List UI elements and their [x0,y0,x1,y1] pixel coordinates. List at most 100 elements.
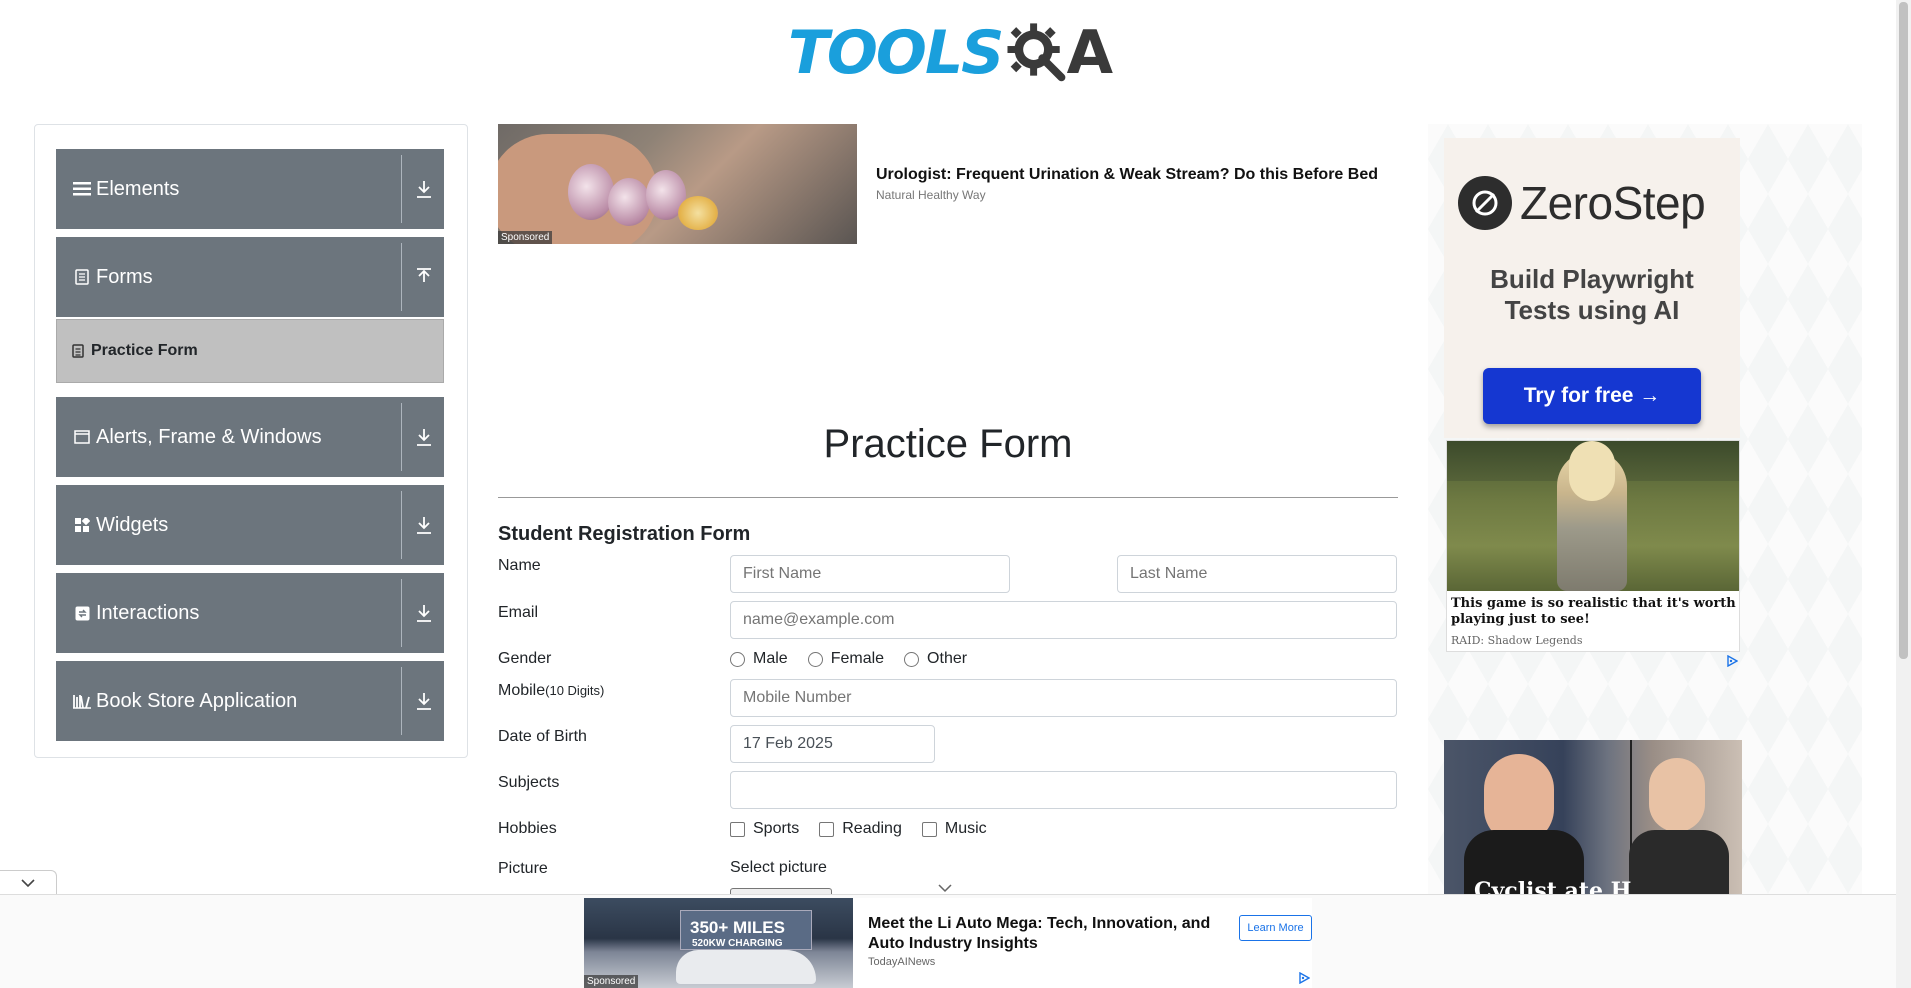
chevron-down-icon [21,878,35,887]
checkbox-label[interactable]: Sports [753,820,799,838]
radio-label[interactable]: Other [927,650,967,668]
ad-image-text: 520KW CHARGING [692,938,783,949]
subjects-input[interactable] [730,771,1397,809]
sponsored-badge: Sponsored [584,975,639,988]
ad-image[interactable]: 350+ MILES 520KW CHARGING Sponsored [584,898,853,988]
ad-image[interactable] [1447,441,1739,591]
ad-image[interactable]: Cyclist ate H [1444,740,1742,894]
checkbox[interactable] [921,821,937,837]
sidebar-group-widgets[interactable]: Widgets [56,485,444,565]
gender-option-male[interactable]: Male [730,650,788,668]
checkbox[interactable] [730,821,745,837]
email-label: Email [498,604,539,621]
gear-magnifier-icon [1007,23,1066,82]
download-arrow-icon[interactable] [412,601,436,625]
try-for-free-button[interactable]: Try for free → [1483,368,1701,424]
zerostep-ad[interactable]: ZeroStep Build Playwright Tests using AI… [1444,138,1740,438]
mobile-hint: (10 Digits) [545,683,605,698]
hobbies-label: Hobbies [498,820,557,837]
divider [498,497,1398,498]
upload-arrow-icon[interactable] [412,265,436,289]
sidebar-group-book-store[interactable]: Book Store Application [56,661,444,741]
hamburger-icon [72,179,92,199]
tagline-line: Tests using AI [1504,295,1680,325]
sidebar-group-forms[interactable]: Forms [56,237,444,317]
sidebar-group-interactions[interactable]: Interactions [56,573,444,653]
sidebar-group-label: Elements [96,177,180,200]
raid-ad[interactable]: This game is so realistic that it's wort… [1446,440,1740,652]
logo-text: TOOLS [788,18,1004,88]
mobile-label-text: Mobile [498,682,546,699]
date-of-birth-input[interactable] [730,725,935,763]
page-scrollbar[interactable] [1896,0,1911,988]
sidebar-item-practice-form[interactable]: Practice Form [56,319,444,383]
gender-radio-group: Male Female Other [730,650,987,668]
document-icon [72,267,92,287]
radio-button[interactable] [730,651,745,667]
hobby-option-reading[interactable]: Reading [819,820,902,838]
chevron-down-icon[interactable] [937,882,953,894]
radio-button[interactable] [904,651,920,667]
sidebar-group-alerts[interactable]: Alerts, Frame & Windows [56,397,444,477]
scrollbar-thumb[interactable] [1899,2,1908,659]
sidebar-group-label: Book Store Application [96,689,298,712]
ad-title[interactable]: This game is so realistic that it's wort… [1451,596,1737,628]
picture-label: Picture [498,860,548,877]
zerostep-brand: ZeroStep [1520,177,1706,229]
page-title: Practice Form [823,422,1073,466]
gender-option-other[interactable]: Other [904,650,967,668]
zerostep-logo-icon [1458,176,1512,230]
toolsqa-logo[interactable]: TOOLS A [788,14,1113,92]
hobby-option-sports[interactable]: Sports [730,820,799,838]
top-ad-banner[interactable]: Sponsored Urologist: Frequent Urination … [498,124,1398,246]
ad-image[interactable]: Sponsored [498,124,857,244]
window-icon [72,427,92,447]
mobile-input[interactable] [730,679,1397,717]
library-icon [72,691,92,711]
sidebar-group-label: Interactions [96,601,200,624]
gender-label: Gender [498,650,552,667]
zerostep-tagline: Build Playwright Tests using AI [1444,264,1740,326]
ad-source: Natural Healthy Way [876,188,986,202]
mobile-label: Mobile(10 Digits) [498,682,604,700]
email-input[interactable] [730,601,1397,639]
adchoices-icon[interactable] [1298,972,1310,984]
interaction-icon [72,603,92,623]
hobby-option-music[interactable]: Music [921,820,987,838]
right-ad-column: ZeroStep Build Playwright Tests using AI… [1428,124,1862,894]
ad-source: TodayAINews [868,956,936,968]
checkbox[interactable] [819,821,835,837]
collapse-ad-button[interactable] [0,870,57,894]
download-arrow-icon[interactable] [412,513,436,537]
checkbox-label[interactable]: Reading [842,820,902,838]
learn-more-button[interactable]: Learn More [1239,915,1312,941]
download-arrow-icon[interactable] [412,177,436,201]
ad-source: RAID: Shadow Legends [1451,634,1583,647]
hobbies-checkbox-group: Sports Reading Music [730,820,1007,838]
gender-option-female[interactable]: Female [807,650,884,668]
download-arrow-icon[interactable] [412,425,436,449]
sidebar-item-label: Practice Form [91,342,198,359]
divider [401,667,402,735]
zerostep-logo: ZeroStep [1458,176,1706,230]
divider [401,403,402,471]
first-name-input[interactable] [730,555,1010,593]
sponsored-badge: Sponsored [498,231,553,244]
adchoices-icon[interactable] [1726,655,1738,667]
radio-label[interactable]: Female [831,650,884,668]
ad-title[interactable]: Urologist: Frequent Urination & Weak Str… [876,166,1378,184]
last-name-input[interactable] [1117,555,1397,593]
radio-button[interactable] [807,651,823,667]
bottom-ad-banner[interactable]: 350+ MILES 520KW CHARGING Sponsored Meet… [584,898,1312,988]
download-arrow-icon[interactable] [412,689,436,713]
divider [401,491,402,559]
sidebar-group-label: Widgets [96,513,169,536]
checkbox-label[interactable]: Music [945,820,987,838]
radio-label[interactable]: Male [753,650,788,668]
logo-letter: A [1066,18,1113,88]
ad-image-text: 350+ MILES [690,918,785,937]
divider [401,579,402,647]
sidebar-group-elements[interactable]: Elements [56,149,444,229]
sidebar-menu: Elements Forms Practice Form Alerts, Fra… [34,124,468,758]
ad-title[interactable]: Meet the Li Auto Mega: Tech, Innovation,… [868,914,1228,954]
